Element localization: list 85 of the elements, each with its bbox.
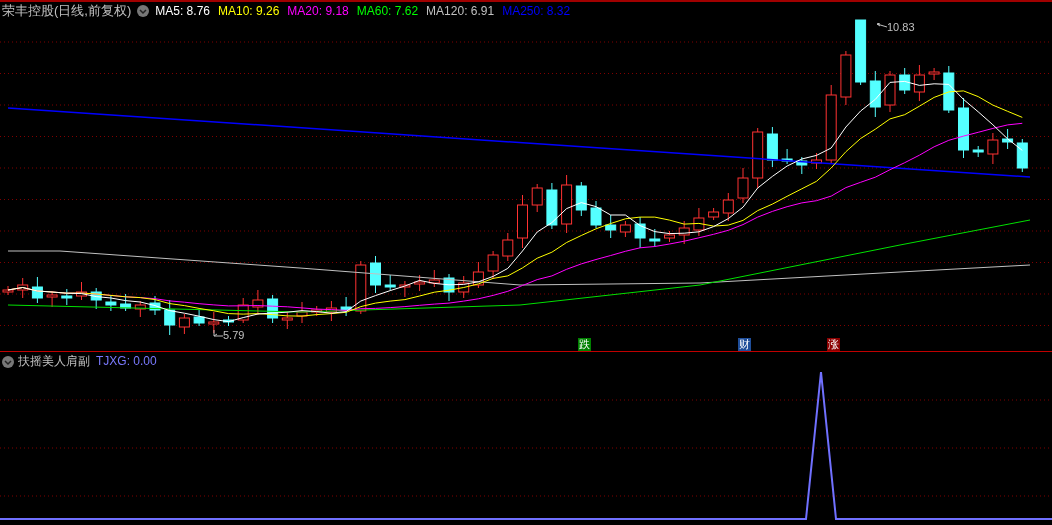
low-price-label: 5.79 (223, 329, 245, 341)
candlestick (899, 67, 911, 95)
candlestick (340, 296, 352, 317)
candlestick (605, 214, 617, 239)
legend-item: MA120: 6.91 (426, 3, 495, 19)
candlestick (61, 288, 73, 306)
candlestick (884, 70, 896, 113)
candlestick (399, 280, 411, 298)
signal-tag: 跌 (578, 338, 591, 351)
candlestick (678, 220, 690, 245)
legend-item: MA5: 8.76 (155, 3, 210, 19)
indicator-title: 扶摇美人肩副 (18, 354, 90, 369)
candlestick (634, 216, 646, 249)
candlestick (781, 148, 793, 165)
candlestick (267, 294, 279, 324)
candlestick (17, 277, 29, 299)
candlestick (223, 315, 234, 327)
candlestick (311, 305, 323, 317)
candlestick (855, 19, 867, 86)
leader-line (877, 23, 887, 31)
signal-tag: 财 (738, 338, 751, 351)
candlestick (76, 281, 87, 301)
candlestick (458, 275, 470, 299)
candlestick (649, 228, 661, 248)
candlestick (722, 192, 734, 222)
candlestick (428, 269, 440, 288)
candlestick (796, 156, 808, 175)
candlestick (664, 230, 675, 243)
candlestick (252, 289, 264, 316)
candlestick (90, 287, 102, 310)
candlestick (487, 250, 499, 280)
candlestick (987, 132, 999, 165)
dropdown-icon[interactable] (2, 355, 14, 368)
candlestick (472, 261, 484, 289)
candlestick (869, 70, 881, 118)
candlestick (546, 182, 558, 230)
candlestick (443, 273, 455, 302)
candlestick (296, 301, 308, 324)
candlestick (384, 274, 396, 291)
candlestick (120, 293, 132, 312)
candlestick (1016, 138, 1028, 173)
candlestick (355, 260, 367, 315)
candlestick (517, 194, 528, 249)
legend-item: MA250: 8.32 (502, 3, 571, 19)
legend-item: MA20: 9.18 (287, 3, 349, 19)
candlestick (325, 300, 337, 322)
candlestick (414, 274, 426, 292)
candlestick (575, 181, 587, 217)
indicator-reading: TJXG: 0.00 (96, 354, 157, 369)
candlestick (46, 290, 58, 308)
candlestick (1002, 128, 1014, 150)
chart-title: 荣丰控股(日线,前复权) (2, 3, 132, 19)
candlestick (370, 255, 381, 294)
candlestick (134, 300, 146, 318)
candlestick (237, 297, 249, 324)
candlestick (561, 174, 573, 234)
legend-item: MA10: 9.26 (218, 3, 280, 19)
candlestick (943, 65, 955, 114)
candlestick (766, 126, 778, 168)
leader-line (213, 330, 223, 340)
candlestick (590, 200, 602, 229)
candlestick (693, 207, 705, 237)
signal-tag: 涨 (827, 338, 840, 351)
candlestick (281, 310, 293, 330)
candlestick (105, 294, 117, 312)
candlestick (178, 313, 190, 335)
high-price-label: 10.83 (887, 21, 915, 33)
dropdown-icon[interactable] (137, 5, 150, 17)
legend-item: MA60: 7.62 (356, 3, 419, 19)
candlestick (164, 299, 176, 336)
candlestick (752, 127, 764, 189)
candlestick (737, 167, 749, 204)
candlestick (502, 232, 514, 262)
candlestick (531, 183, 543, 213)
candlestick (972, 145, 984, 158)
candlestick (811, 152, 822, 170)
candlestick (708, 207, 720, 221)
candlestick (840, 50, 852, 106)
candlestick (619, 220, 631, 238)
candlestick (31, 276, 43, 304)
candlestick (913, 64, 925, 102)
candlestick (193, 309, 205, 327)
candlestick (928, 67, 940, 81)
candlestick (149, 295, 161, 316)
candlestick (958, 97, 969, 159)
